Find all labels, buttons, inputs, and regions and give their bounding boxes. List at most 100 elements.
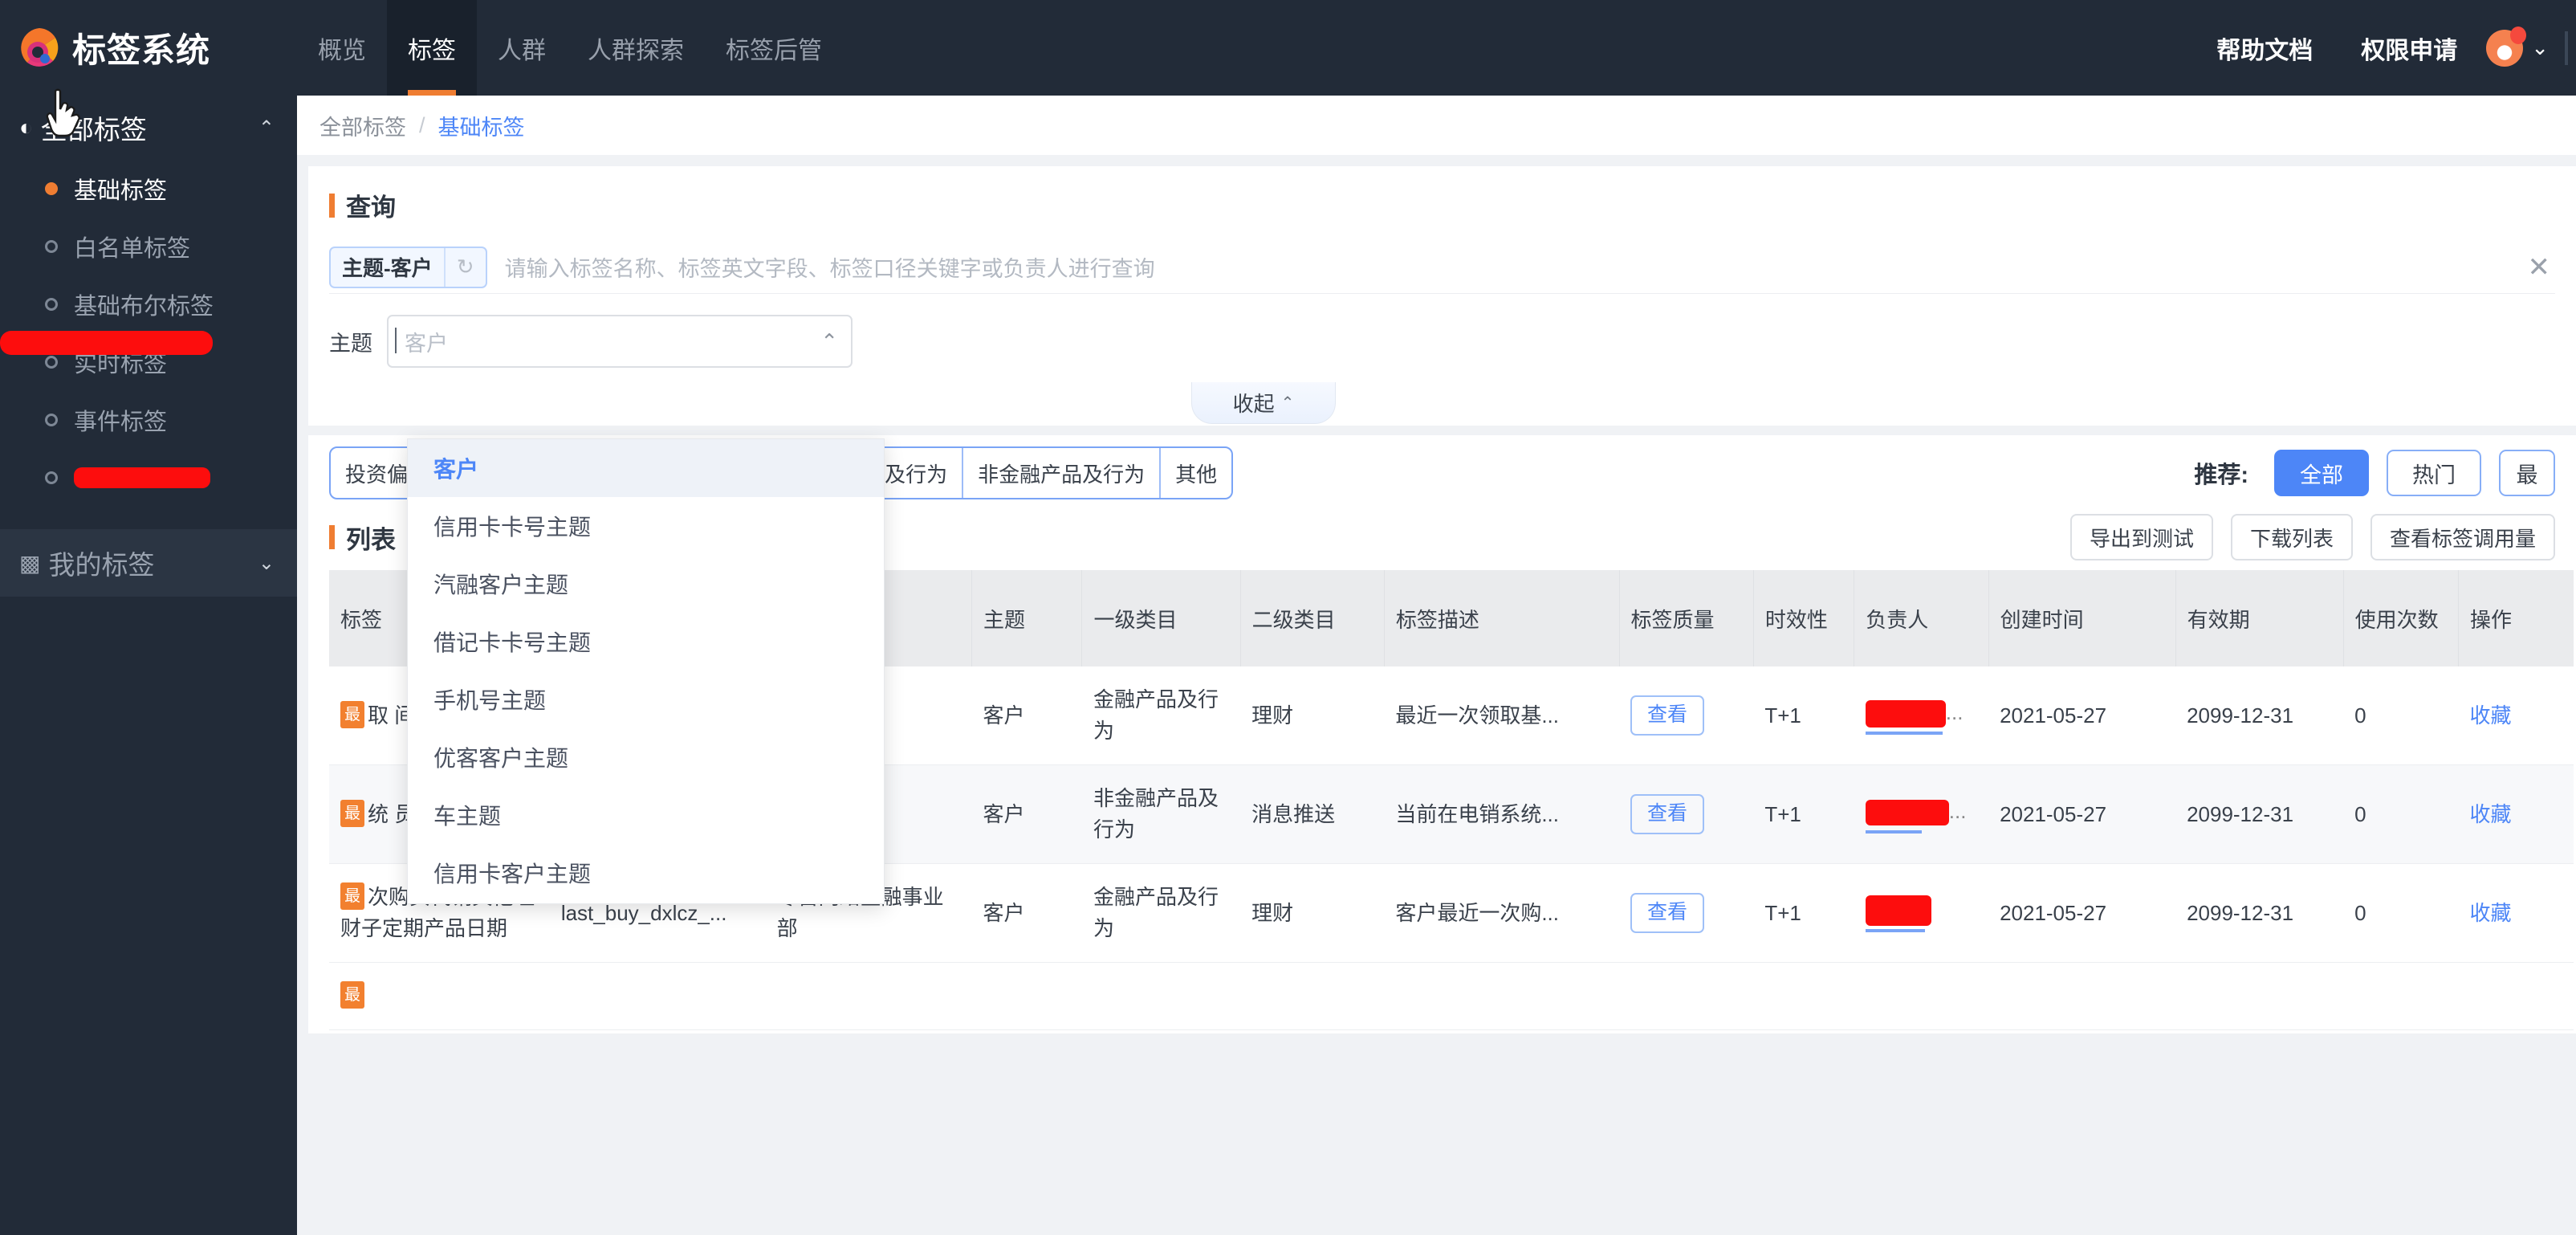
- owner-underline: [1865, 929, 1925, 933]
- breadcrumb-root[interactable]: 全部标签: [319, 110, 406, 141]
- cell-quality: 查看: [1619, 666, 1754, 765]
- query-section-title: 查询: [308, 166, 2576, 241]
- topic-select-value: 客户: [395, 326, 448, 357]
- cell-cat2: 理财: [1240, 863, 1385, 963]
- help-doc-link[interactable]: 帮助文档: [2192, 0, 2337, 96]
- nav-tab-crowd[interactable]: 人群: [477, 0, 567, 96]
- cell-cat2: 消息推送: [1240, 764, 1385, 864]
- app-root: 标签系统 概览 标签 人群 人群探索 标签后管 帮助文档 权限申请 ⌄ ◐ 全部…: [0, 0, 2576, 1235]
- favorite-link[interactable]: 收藏: [2470, 901, 2512, 925]
- download-list-button[interactable]: 下载列表: [2230, 514, 2353, 560]
- dropdown-option-premium-customer[interactable]: 优客客户主题: [408, 728, 884, 786]
- chevron-up-icon: ⌃: [258, 116, 275, 139]
- nav-tab-crowd-explore[interactable]: 人群探索: [567, 0, 705, 96]
- topic-dropdown-menu[interactable]: 客户 信用卡卡号主题 汽融客户主题 借记卡卡号主题 手机号主题 优客客户主题 车…: [407, 438, 885, 904]
- category-tab-6[interactable]: 其他: [1159, 448, 1231, 498]
- cell-cat1: 金融产品及行为: [1081, 666, 1241, 765]
- dropdown-option-auto-finance-customer[interactable]: 汽融客户主题: [408, 555, 884, 613]
- sidebar-item-basic-boolean-labels[interactable]: 基础布尔标签: [0, 275, 297, 333]
- refresh-icon[interactable]: ↻: [443, 247, 486, 287]
- sidebar-item-event-labels[interactable]: 事件标签: [0, 391, 297, 449]
- cell-quality: 查看: [1619, 863, 1754, 963]
- view-label-usage-button[interactable]: 查看标签调用量: [2370, 514, 2555, 560]
- cell-use-count: 0: [2343, 666, 2459, 765]
- new-badge: 最: [340, 981, 364, 1009]
- brand-title: 标签系统: [72, 31, 211, 69]
- table-row[interactable]: 最: [329, 962, 2574, 1030]
- cell-use-count: 0: [2343, 764, 2459, 864]
- breadcrumb-current[interactable]: 基础标签: [438, 110, 525, 141]
- nav-tab-label: 标签: [408, 37, 456, 64]
- query-panel: 查询 主题-客户 ↻ 请输入标签名称、标签英文字段、标签口径关键字或负责人进行查…: [308, 166, 2576, 426]
- cell-owner: [1854, 863, 1989, 963]
- redaction-mark: [1865, 799, 1949, 825]
- sidebar-item-label: 白名单标签: [74, 236, 191, 262]
- favorite-link[interactable]: 收藏: [2470, 703, 2512, 728]
- collapse-toggle[interactable]: 收起 ⌃: [1191, 382, 1336, 424]
- nav-tabs: 概览 标签 人群 人群探索 标签后管: [297, 0, 843, 96]
- active-filter-chip[interactable]: 主题-客户 ↻: [329, 246, 487, 288]
- recommend-pill-all[interactable]: 全部: [2274, 450, 2369, 496]
- user-menu[interactable]: ⌄: [2481, 26, 2554, 67]
- cell-action: 收藏: [2458, 666, 2574, 765]
- dropdown-option-vehicle[interactable]: 车主题: [408, 786, 884, 844]
- dropdown-option-customer[interactable]: 客户: [408, 439, 884, 497]
- bullet-icon: [45, 471, 58, 484]
- col-valid: 有效期: [2175, 570, 2344, 666]
- sidebar-item-whitelist-labels[interactable]: 白名单标签: [0, 218, 297, 275]
- nav-tab-labels[interactable]: 标签: [387, 0, 477, 96]
- cell-desc: 当前在电销系统...: [1384, 764, 1620, 864]
- favorite-link[interactable]: 收藏: [2470, 802, 2512, 826]
- recommend-pill-latest[interactable]: 最: [2499, 450, 2555, 496]
- nav-tab-label: 概览: [318, 37, 366, 64]
- category-tab-5[interactable]: 非金融产品及行为: [962, 448, 1159, 498]
- breadcrumb-separator: /: [419, 112, 425, 137]
- list-action-buttons: 导出到测试 下载列表 查看标签调用量: [2053, 514, 2555, 560]
- close-icon[interactable]: ✕: [2528, 251, 2556, 283]
- permission-request-link[interactable]: 权限申请: [2337, 0, 2481, 96]
- dropdown-option-redacted-1[interactable]: [408, 902, 884, 903]
- col-use-count: 使用次数: [2343, 570, 2460, 666]
- dropdown-option-debit-card-no[interactable]: 借记卡卡号主题: [408, 613, 884, 670]
- export-to-test-button[interactable]: 导出到测试: [2069, 514, 2213, 560]
- cell-use-count: 0: [2343, 863, 2459, 963]
- nav-tab-label: 标签后管: [726, 37, 822, 64]
- new-badge: 最: [340, 799, 364, 827]
- sidebar-group-my-labels[interactable]: ▩ 我的标签 ⌄: [0, 529, 297, 597]
- nav-right-group: 帮助文档 权限申请 ⌄: [2192, 0, 2576, 96]
- redaction-mark: [1865, 895, 1931, 927]
- sidebar-item-redacted[interactable]: [0, 449, 297, 507]
- recommend-block: 推荐: 全部 热门 最: [2194, 450, 2555, 496]
- col-topic: 主题: [971, 570, 1083, 666]
- chevron-up-icon: ⌃: [1280, 394, 1295, 412]
- bar-chart-icon: ▩: [19, 550, 41, 576]
- nav-tab-label-admin[interactable]: 标签后管: [705, 0, 843, 96]
- search-input[interactable]: 请输入标签名称、标签英文字段、标签口径关键字或负责人进行查询: [505, 251, 2528, 283]
- dropdown-option-mobile-no[interactable]: 手机号主题: [408, 670, 884, 728]
- col-timeliness: 时效性: [1753, 570, 1855, 666]
- filter-row: 主题 客户 ⌃: [308, 294, 2576, 368]
- chevron-up-icon: ⌃: [820, 328, 838, 353]
- notification-dot-icon: [2510, 26, 2527, 44]
- view-quality-button[interactable]: 查看: [1630, 695, 1705, 736]
- cell-owner: ...: [1854, 666, 1989, 765]
- cell-created: 2021-05-27: [1988, 666, 2176, 765]
- nav-tab-overview[interactable]: 概览: [297, 0, 387, 96]
- cell-cat1: 金融产品及行为: [1081, 863, 1241, 963]
- dropdown-option-credit-card-no[interactable]: 信用卡卡号主题: [408, 497, 884, 555]
- redaction-mark: [1865, 699, 1946, 728]
- cell-label: 最: [329, 962, 550, 1030]
- view-quality-button[interactable]: 查看: [1630, 794, 1705, 834]
- cell-valid: 2099-12-31: [2175, 764, 2344, 864]
- view-quality-button[interactable]: 查看: [1630, 893, 1705, 933]
- topic-select[interactable]: 客户 ⌃: [387, 315, 853, 368]
- cell-cat2: 理财: [1240, 666, 1385, 765]
- sidebar-item-basic-labels[interactable]: 基础标签: [0, 160, 297, 218]
- dropdown-option-credit-card-customer[interactable]: 信用卡客户主题: [408, 844, 884, 902]
- cell-topic: 客户: [971, 863, 1082, 963]
- cell-desc: 最近一次领取基...: [1384, 666, 1620, 765]
- redaction-mark: [74, 467, 210, 488]
- nav-divider: [2565, 31, 2568, 65]
- recommend-pill-hot[interactable]: 热门: [2387, 450, 2481, 496]
- nav-tab-label: 人群探索: [588, 37, 684, 64]
